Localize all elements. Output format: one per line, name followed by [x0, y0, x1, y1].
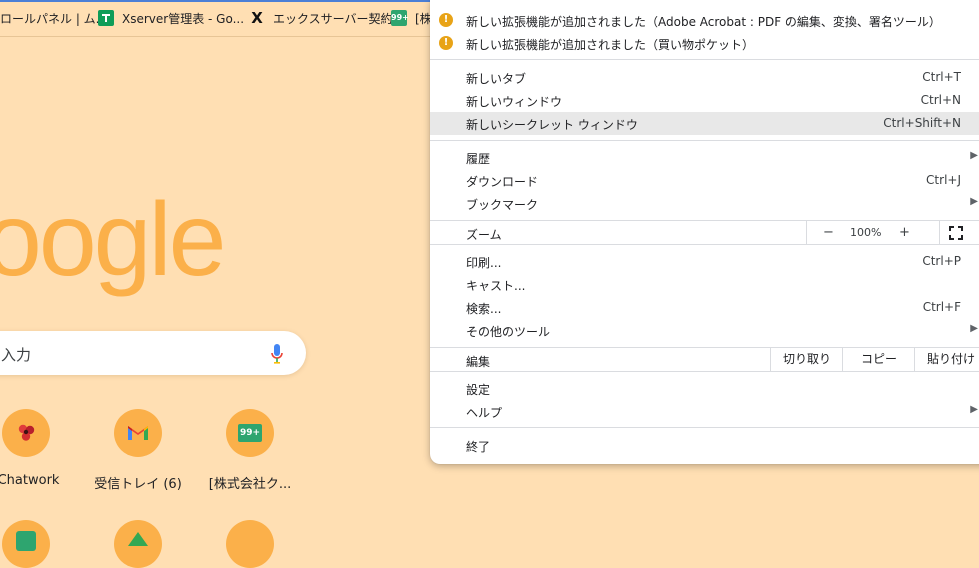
menu-item-label: 設定: [466, 383, 491, 397]
shortcut-tile: [114, 520, 162, 568]
menu-item-settings[interactable]: 設定: [430, 377, 979, 400]
menu-divider: [430, 427, 979, 428]
fullscreen-icon: [949, 226, 963, 240]
menu-divider: [430, 244, 979, 245]
shortcut-tile: [2, 409, 50, 457]
mic-icon[interactable]: [269, 343, 285, 365]
menu-item-print[interactable]: 印刷... Ctrl+P: [430, 250, 979, 273]
menu-item-label: ブックマーク: [466, 198, 539, 212]
menu-divider: [430, 59, 979, 60]
menu-item-shortcut: Ctrl+F: [922, 300, 961, 314]
bookmark-xserver-sheet[interactable]: Xserver管理表 - Go...: [98, 8, 244, 28]
menu-item-history[interactable]: 履歴 ▶: [430, 146, 979, 169]
extension-notice-acrobat[interactable]: ! 新しい拡張機能が追加されました（Adobe Acrobat : PDF の編…: [430, 9, 979, 31]
menu-item-label: 新しいシークレット ウィンドウ: [466, 118, 638, 132]
menu-item-label: 履歴: [466, 152, 491, 166]
zoom-in-button[interactable]: +: [899, 225, 910, 240]
menu-item-label: ヘルプ: [466, 406, 503, 420]
bookmark-control-panel[interactable]: ロールパネル | ム...: [0, 8, 107, 28]
chatwork-icon: [18, 424, 35, 441]
badge-99-icon: 99+: [238, 424, 262, 442]
extension-notice-shopping[interactable]: ! 新しい拡張機能が追加されました（買い物ポケット）: [430, 32, 979, 54]
menu-divider: [430, 140, 979, 141]
gmail-icon: [128, 426, 148, 440]
menu-item-label: キャスト...: [466, 279, 526, 293]
app-icon: [16, 531, 36, 551]
menu-item-label: 新しいタブ: [466, 72, 527, 86]
submenu-arrow-icon: ▶: [970, 150, 978, 161]
bookmark-label: エックスサーバー契約...: [273, 11, 404, 26]
zoom-level: 100%: [850, 226, 882, 239]
warning-icon: !: [439, 36, 453, 50]
x-logo-icon: X: [251, 9, 263, 27]
google-sheets-icon: [98, 10, 114, 26]
shortcut-label: ]Chatwork: [0, 473, 60, 488]
bookmark-label: Xserver管理表 - Go...: [122, 11, 245, 26]
bookmark-label: ロールパネル | ム...: [0, 11, 108, 26]
menu-item-new-incognito-window[interactable]: 新しいシークレット ウィンドウ Ctrl+Shift+N: [430, 112, 979, 135]
shortcut-tile: [2, 520, 50, 568]
menu-zoom-row: ズーム − 100% +: [430, 221, 979, 244]
bookmark-company[interactable]: 99+ [株: [391, 8, 432, 28]
menu-item-label: ダウンロード: [466, 175, 539, 189]
menu-item-label: 終了: [466, 440, 491, 454]
notice-label: 新しい拡張機能が追加されました（Adobe Acrobat : PDF の編集、…: [466, 15, 941, 29]
menu-item-more-tools[interactable]: その他のツール ▶: [430, 319, 979, 342]
bookmark-xserver-contract[interactable]: X エックスサーバー契約...: [249, 8, 404, 28]
paste-button[interactable]: 貼り付け: [914, 348, 979, 371]
badge-99-icon: 99+: [391, 10, 409, 26]
menu-item-new-tab[interactable]: 新しいタブ Ctrl+T: [430, 66, 979, 89]
shortcut-tile: 99+: [226, 409, 274, 457]
menu-item-shortcut: Ctrl+T: [922, 70, 961, 84]
submenu-arrow-icon: ▶: [970, 404, 978, 415]
submenu-arrow-icon: ▶: [970, 323, 978, 334]
shortcut-tile: [226, 520, 274, 568]
notice-label: 新しい拡張機能が追加されました（買い物ポケット）: [466, 38, 755, 52]
menu-item-bookmarks[interactable]: ブックマーク ▶: [430, 192, 979, 215]
menu-item-shortcut: Ctrl+Shift+N: [883, 116, 961, 130]
menu-item-label: その他のツール: [466, 325, 551, 339]
menu-item-find[interactable]: 検索... Ctrl+F: [430, 296, 979, 319]
menu-item-shortcut: Ctrl+N: [920, 93, 961, 107]
warning-icon: !: [439, 13, 453, 27]
google-logo: oogle: [0, 182, 226, 298]
menu-divider: [430, 371, 979, 372]
search-box[interactable]: 入力: [0, 331, 306, 375]
edit-label: 編集: [466, 355, 491, 369]
shortcut-tile: [114, 409, 162, 457]
shortcut-gmail[interactable]: 受信トレイ (6): [83, 409, 193, 492]
shortcut-row2-2[interactable]: [83, 520, 193, 568]
zoom-controls: − 100% +: [806, 221, 940, 244]
drive-icon: [128, 532, 148, 546]
menu-item-label: 検索...: [466, 302, 502, 316]
menu-item-cast[interactable]: キャスト...: [430, 273, 979, 296]
menu-item-exit[interactable]: 終了: [430, 434, 979, 457]
fullscreen-button[interactable]: [939, 221, 979, 244]
shortcut-row2-1[interactable]: [0, 520, 81, 568]
shortcut-label: [株式会社ク...: [208, 477, 292, 492]
shortcut-row2-3[interactable]: [195, 520, 305, 568]
zoom-out-button[interactable]: −: [823, 225, 834, 240]
chrome-main-menu: ! 新しい拡張機能が追加されました（Adobe Acrobat : PDF の編…: [430, 0, 979, 464]
submenu-arrow-icon: ▶: [970, 196, 978, 207]
zoom-label: ズーム: [466, 228, 502, 242]
menu-item-new-window[interactable]: 新しいウィンドウ Ctrl+N: [430, 89, 979, 112]
menu-item-shortcut: Ctrl+J: [926, 173, 961, 187]
menu-item-shortcut: Ctrl+P: [922, 254, 961, 268]
search-placeholder: 入力: [1, 346, 32, 364]
menu-item-downloads[interactable]: ダウンロード Ctrl+J: [430, 169, 979, 192]
cut-button[interactable]: 切り取り: [770, 348, 843, 371]
menu-item-help[interactable]: ヘルプ ▶: [430, 400, 979, 423]
shortcut-company[interactable]: 99+ [株式会社ク...: [195, 409, 305, 492]
menu-item-label: 印刷...: [466, 256, 502, 270]
shortcut-label: 受信トレイ (6): [94, 477, 182, 492]
shortcut-chatwork[interactable]: ]Chatwork: [0, 409, 81, 488]
menu-edit-row: 編集 切り取り コピー 貼り付け: [430, 348, 979, 371]
copy-button[interactable]: コピー: [842, 348, 915, 371]
menu-item-label: 新しいウィンドウ: [466, 95, 563, 109]
